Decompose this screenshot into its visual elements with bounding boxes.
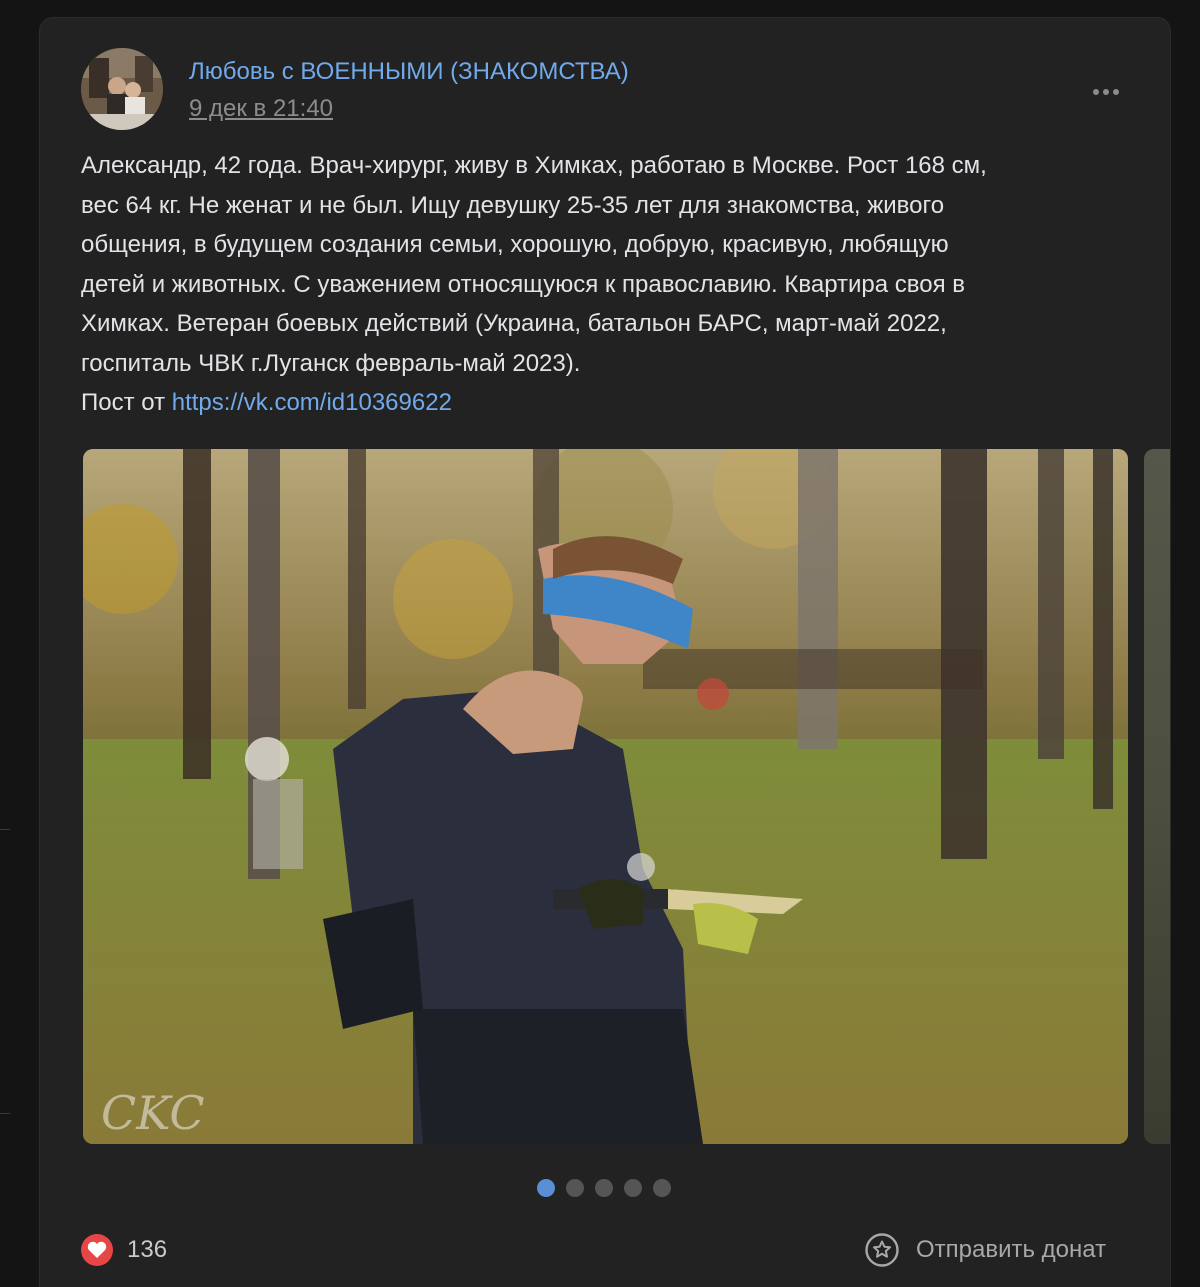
post-photo[interactable]: CKC (83, 449, 1128, 1144)
more-options-button[interactable] (1086, 80, 1126, 104)
send-donation-button[interactable]: Отправить донат (864, 1230, 1106, 1270)
page: Любовь с ВОЕННЫМИ (ЗНАКОМСТВА) 9 дек в 2… (0, 0, 1200, 1287)
carousel-dot[interactable] (653, 1179, 671, 1197)
post-text: Александр, 42 года. Врач-хирург, живу в … (81, 146, 1131, 423)
group-name-link[interactable]: Любовь с ВОЕННЫМИ (ЗНАКОМСТВА) (189, 58, 629, 86)
next-photo-preview[interactable] (1144, 449, 1170, 1144)
more-dots-icon (1103, 89, 1109, 95)
sidebar-edge-mark (0, 1113, 10, 1114)
post-text-line: вес 64 кг. Не женат и не был. Ищу девушк… (81, 191, 945, 219)
post-text-line: Александр, 42 года. Врач-хирург, живу в … (81, 152, 987, 179)
carousel-dot-active[interactable] (537, 1179, 555, 1197)
photo-signature: CKC (101, 1086, 205, 1140)
like-count: 136 (127, 1236, 168, 1263)
post-text-line: госпиталь ЧВК г.Луганск февраль-май 2023… (81, 349, 581, 377)
post-source-link[interactable]: https://vk.com/id10369622 (172, 389, 452, 416)
more-dots-icon (1113, 89, 1119, 95)
send-donation-label: Отправить донат (916, 1236, 1107, 1263)
post-text-line: Химках. Ветеран боевых действий (Украина… (81, 310, 947, 337)
post-date-link[interactable]: 9 дек в 21:40 (189, 95, 333, 123)
more-dots-icon (1093, 89, 1099, 95)
group-avatar[interactable] (81, 48, 163, 130)
like-button[interactable]: 136 (81, 1234, 167, 1266)
post-photo-image: CKC (83, 449, 1128, 1144)
heart-icon (81, 1234, 113, 1266)
carousel-pagination (537, 1179, 671, 1197)
post-source-line: Пост от https://vk.com/id10369622 (81, 383, 1131, 423)
sidebar-edge-mark (0, 829, 10, 830)
carousel-dot[interactable] (624, 1179, 642, 1197)
post-card: Любовь с ВОЕННЫМИ (ЗНАКОМСТВА) 9 дек в 2… (39, 17, 1171, 1287)
post-text-line: общения, в будущем создания семьи, хорош… (81, 231, 949, 258)
star-circle-icon (865, 1233, 899, 1267)
post-source-prefix: Пост от (81, 389, 172, 416)
carousel-dot[interactable] (595, 1179, 613, 1197)
carousel-dot[interactable] (566, 1179, 584, 1197)
group-avatar-image (81, 48, 163, 130)
post-text-line: детей и животных. С уважением относящуюс… (81, 270, 966, 298)
